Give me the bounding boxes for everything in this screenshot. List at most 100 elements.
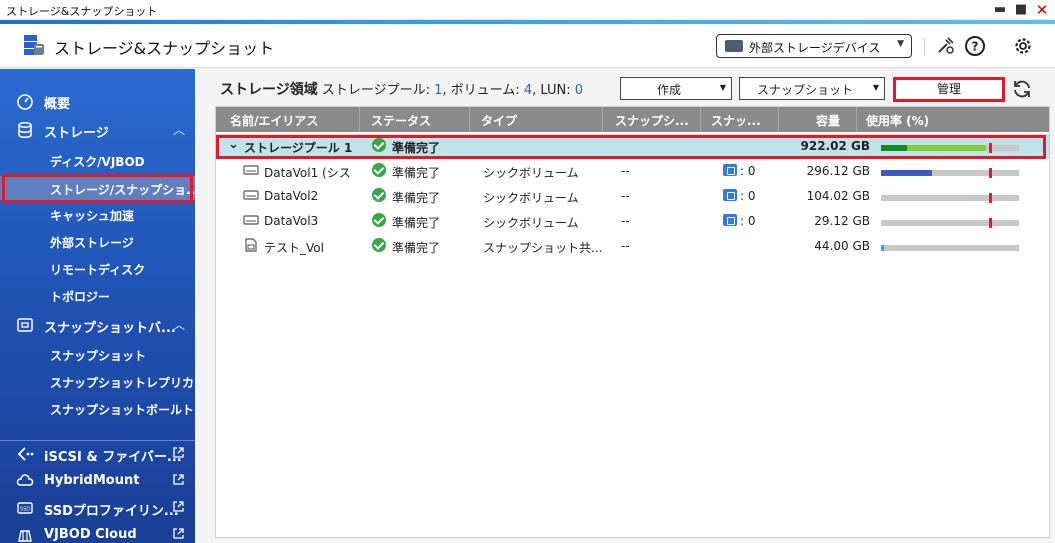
- volume-capacity: 104.02 GB: [806, 189, 870, 203]
- sidebar-item-remote-disk[interactable]: リモートディスク: [0, 256, 195, 280]
- highlight-box-sidebar: [2, 174, 193, 203]
- volume-usage-fill: [881, 245, 884, 251]
- status-ok-icon: [372, 163, 386, 177]
- lun-count: 0: [574, 83, 584, 98]
- status-ok-icon: [372, 188, 386, 202]
- volume-usage-bar: [881, 245, 1019, 251]
- usage-threshold-marker: [989, 168, 992, 178]
- sidebar-item-label: トポロジー: [50, 290, 111, 304]
- minimize-icon[interactable]: ▬: [992, 2, 1008, 18]
- external-link-icon[interactable]: [172, 527, 185, 540]
- table-row[interactable]: テスト_Vol 準備完了 スナップショット共... -- 44.00 GB: [216, 234, 1049, 259]
- database-icon: [18, 122, 32, 138]
- snapshot-dropdown-label: スナップショット: [756, 83, 853, 97]
- snapshot-icon: [17, 318, 33, 332]
- close-icon[interactable]: ✕: [1034, 2, 1050, 18]
- sidebar-item-disks-vjbod[interactable]: ディスク/VJBOD: [0, 148, 195, 172]
- sidebar-item-label: VJBOD Cloud: [44, 527, 137, 542]
- sidebar-item-label: iSCSI & ファイバー...: [44, 450, 182, 465]
- gear-icon[interactable]: [1012, 35, 1034, 57]
- sidebar-item-cache-acceleration[interactable]: キャッシュ加速: [0, 202, 195, 226]
- app-title: ストレージ&スナップショット: [54, 39, 275, 58]
- snapshot-icon: [723, 214, 737, 226]
- volume-icon: [243, 215, 259, 225]
- external-link-icon[interactable]: [172, 446, 185, 459]
- column-header-name[interactable]: 名前/エイリアス: [230, 112, 318, 129]
- help-icon[interactable]: ?: [964, 35, 986, 57]
- sidebar-item-iscsi[interactable]: iSCSI & ファイバー...: [0, 442, 195, 466]
- tools-icon[interactable]: [934, 35, 956, 57]
- volume-name: テスト_Vol: [264, 241, 324, 255]
- snapshot-dropdown[interactable]: スナップショット ▼: [739, 77, 885, 100]
- external-link-icon[interactable]: [172, 473, 185, 486]
- volume-count-label: , ボリューム:: [442, 83, 520, 98]
- column-header-status[interactable]: ステータス: [371, 112, 431, 129]
- svg-text:SSD: SSD: [20, 507, 30, 513]
- sidebar-item-topology[interactable]: トポロジー: [0, 283, 195, 307]
- column-header-capacity[interactable]: 容量: [816, 112, 840, 129]
- sidebar-item-snapshots[interactable]: スナップショット: [0, 342, 195, 366]
- window-title: ストレージ&スナップショット: [6, 5, 158, 18]
- chevron-up-icon[interactable]: ︿: [173, 121, 185, 138]
- table-row[interactable]: DataVol3 準備完了 シックボリューム -- : 0 29.12 GB: [216, 209, 1049, 234]
- chevron-up-icon[interactable]: ︿: [173, 316, 185, 333]
- snapshot-count-2: : 0: [740, 214, 756, 228]
- sidebar-item-label: 概要: [44, 97, 71, 112]
- manage-button[interactable]: 管理: [893, 77, 1005, 102]
- snapshot-count-1: --: [621, 214, 630, 228]
- column-divider: [359, 107, 360, 132]
- sidebar-item-hybridmount[interactable]: HybridMount: [0, 469, 195, 493]
- storage-summary: ストレージ領域 ストレージプール: 1, ボリューム: 4, LUN: 0: [220, 79, 583, 99]
- create-dropdown-label: 作成: [656, 83, 681, 97]
- sidebar-item-snapshot-replica[interactable]: スナップショットレプリカ: [0, 369, 195, 393]
- external-storage-device-label: 外部ストレージデバイス: [749, 41, 881, 55]
- volume-status: 準備完了: [392, 191, 441, 205]
- sidebar: 概要 ストレージ ︿ ディスク/VJBOD ストレージ/スナップショ... キャ…: [0, 69, 195, 543]
- sidebar-item-ssd-profiling[interactable]: SSD SSDプロファイリン...: [0, 496, 195, 520]
- column-header-snapshot-1[interactable]: スナップシ...: [615, 112, 689, 129]
- volume-usage-bar: [881, 168, 1019, 178]
- sidebar-item-external-storage[interactable]: 外部ストレージ: [0, 229, 195, 253]
- sidebar-item-snapshot-backup[interactable]: スナップショットバ... ︿: [0, 313, 195, 337]
- volume-type: シックボリューム: [483, 191, 579, 205]
- volume-type: シックボリューム: [483, 216, 579, 230]
- snapshot-count-1: --: [621, 189, 630, 203]
- create-dropdown[interactable]: 作成 ▼: [620, 77, 732, 100]
- table-row[interactable]: DataVol2 準備完了 シックボリューム -- : 0 104.02 GB: [216, 184, 1049, 209]
- caret-down-icon: ▼: [872, 83, 879, 92]
- dashboard-icon: [17, 94, 33, 110]
- sidebar-item-storage[interactable]: ストレージ ︿: [0, 118, 195, 142]
- sidebar-item-label: スナップショットボールト: [50, 403, 195, 417]
- volume-type: シックボリューム: [483, 166, 579, 180]
- storage-table: 名前/エイリアス ステータス タイプ スナップシ... スナッ... 容量 使用…: [215, 106, 1050, 538]
- snapshot-count-1: --: [621, 164, 630, 178]
- volume-usage-bar: [881, 193, 1019, 203]
- maximize-icon[interactable]: ■: [1013, 2, 1029, 18]
- table-row[interactable]: DataVol1 (シス... 準備完了 シックボリューム -- : 0 296…: [216, 159, 1049, 184]
- volume-count: 4: [523, 83, 533, 98]
- sidebar-item-label: スナップショット: [50, 349, 147, 363]
- ssd-icon: SSD: [17, 502, 33, 514]
- sidebar-item-snapshot-vault[interactable]: スナップショットボールト: [0, 396, 195, 420]
- column-header-type[interactable]: タイプ: [481, 112, 517, 129]
- volume-name: DataVol3: [264, 214, 319, 228]
- volume-usage-bar: [881, 218, 1019, 228]
- volume-capacity: 29.12 GB: [814, 214, 870, 228]
- sidebar-item-label: HybridMount: [44, 473, 140, 488]
- refresh-icon[interactable]: [1011, 78, 1033, 100]
- sidebar-item-overview[interactable]: 概要: [0, 89, 195, 113]
- column-header-snapshot-2[interactable]: スナッ...: [711, 112, 761, 129]
- iscsi-icon: [17, 447, 34, 461]
- column-divider: [469, 107, 470, 132]
- snapshot-count-2: : 0: [740, 164, 756, 178]
- sidebar-item-label: ディスク/VJBOD: [50, 155, 145, 169]
- column-header-usage[interactable]: 使用率 (%): [866, 112, 929, 129]
- sidebar-item-label: キャッシュ加速: [50, 209, 135, 223]
- volume-capacity: 44.00 GB: [814, 239, 870, 253]
- snapshot-count-1: --: [621, 239, 630, 253]
- sidebar-item-label: ストレージ: [44, 126, 109, 141]
- sidebar-item-vjbod-cloud[interactable]: VJBOD Cloud: [0, 523, 195, 543]
- external-storage-device-dropdown[interactable]: 外部ストレージデバイス ▼: [716, 34, 912, 58]
- external-link-icon[interactable]: [172, 500, 185, 513]
- snapshot-icon: [723, 164, 737, 176]
